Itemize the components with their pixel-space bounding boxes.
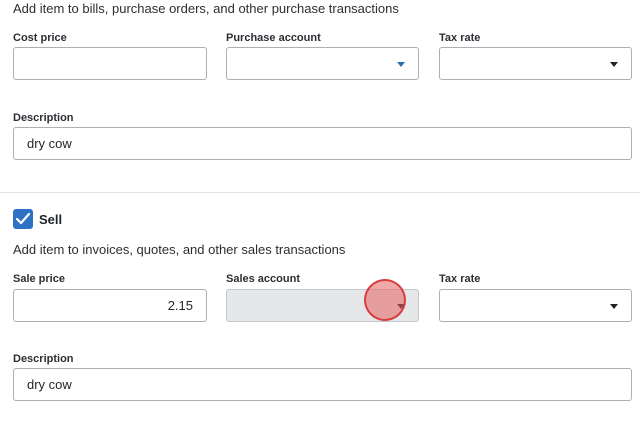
checkmark-icon <box>16 213 30 225</box>
sell-tax-rate-label: Tax rate <box>439 273 481 285</box>
purchase-helper-text: Add item to bills, purchase orders, and … <box>13 1 399 16</box>
sale-price-label: Sale price <box>13 273 65 285</box>
sales-account-label: Sales account <box>226 273 300 285</box>
click-indicator <box>364 279 406 321</box>
sell-checkbox[interactable] <box>13 209 33 229</box>
cost-price-label: Cost price <box>13 32 67 44</box>
purchase-description-label: Description <box>13 112 74 124</box>
sell-helper-text: Add item to invoices, quotes, and other … <box>13 242 346 257</box>
purchase-description-input[interactable]: dry cow <box>13 127 632 160</box>
chevron-down-icon <box>610 62 618 67</box>
purchase-tax-rate-label: Tax rate <box>439 32 481 44</box>
purchase-account-label: Purchase account <box>226 32 321 44</box>
sale-price-input[interactable]: 2.15 <box>13 289 207 322</box>
sell-description-label: Description <box>13 353 74 365</box>
sell-description-value: dry cow <box>27 377 72 392</box>
sell-description-input[interactable]: dry cow <box>13 368 632 401</box>
chevron-down-icon <box>610 304 618 309</box>
chevron-down-icon <box>397 62 405 67</box>
purchase-account-select[interactable] <box>226 47 419 80</box>
purchase-description-value: dry cow <box>27 136 72 151</box>
purchase-tax-rate-select[interactable] <box>439 47 632 80</box>
cost-price-input[interactable] <box>13 47 207 80</box>
sale-price-value: 2.15 <box>167 298 193 313</box>
sell-tax-rate-select[interactable] <box>439 289 632 322</box>
sell-checkbox-label[interactable]: Sell <box>39 212 62 227</box>
section-divider <box>0 192 640 193</box>
